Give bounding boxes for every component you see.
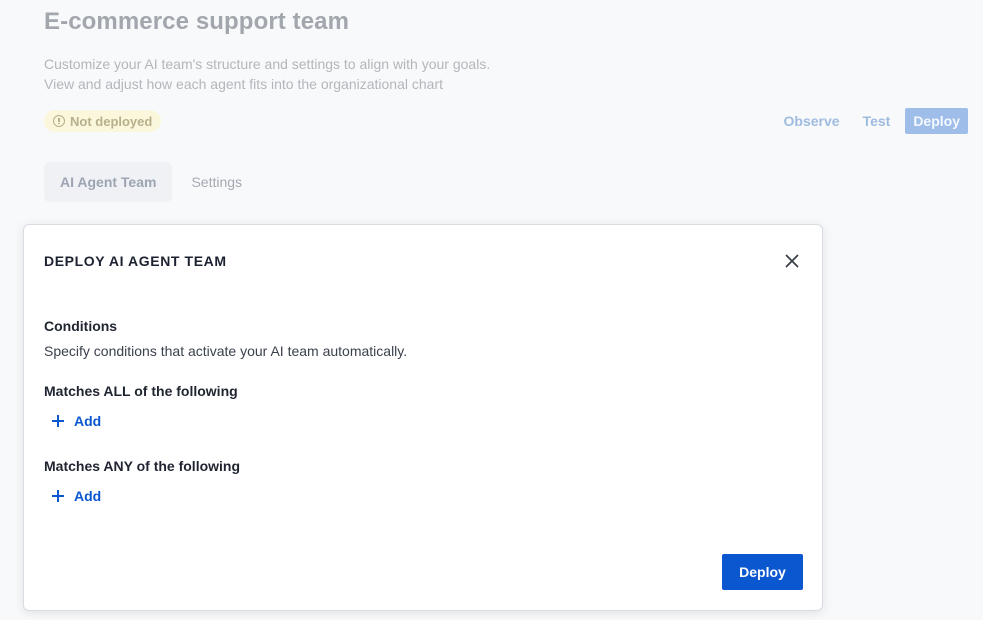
deploy-button[interactable]: Deploy <box>722 554 803 590</box>
page: E-commerce support team Customize your A… <box>0 0 983 620</box>
match-any-prefix: Matches <box>44 458 104 474</box>
conditions-description: Specify conditions that activate your AI… <box>44 343 408 359</box>
page-title: E-commerce support team <box>44 8 350 35</box>
match-any-emphasis: ANY <box>103 458 133 474</box>
match-any-heading: Matches ANY of the following <box>44 458 240 474</box>
page-description-line-1: Customize your AI team's structure and s… <box>44 56 491 72</box>
add-any-label: Add <box>74 488 102 504</box>
tab-ai-agent-team[interactable]: AI Agent Team <box>44 162 173 202</box>
conditions-title: Conditions <box>44 318 118 334</box>
deploy-header-button[interactable]: Deploy <box>905 108 968 134</box>
add-any-condition-button[interactable]: Add <box>52 488 101 504</box>
top-actions: Observe Test Deploy <box>776 108 968 134</box>
close-button[interactable] <box>780 249 804 273</box>
deploy-modal: DEPLOY AI AGENT TEAM Conditions Specify … <box>23 224 823 611</box>
tab-bar: AI Agent Team Settings <box>44 162 258 202</box>
match-all-prefix: Matches <box>44 383 104 399</box>
close-icon <box>785 254 799 268</box>
page-description: Customize your AI team's structure and s… <box>44 54 490 94</box>
plus-icon <box>52 415 64 427</box>
info-icon <box>53 115 65 127</box>
plus-icon <box>52 490 64 502</box>
status-badge-label: Not deployed <box>70 113 153 129</box>
add-all-condition-button[interactable]: Add <box>52 413 101 429</box>
tab-settings[interactable]: Settings <box>175 162 258 202</box>
match-all-suffix: of the following <box>130 383 238 399</box>
add-all-label: Add <box>74 413 102 429</box>
observe-button[interactable]: Observe <box>776 108 848 134</box>
match-all-emphasis: ALL <box>103 383 131 399</box>
match-any-suffix: of the following <box>132 458 241 474</box>
page-description-line-2: View and adjust how each agent fits into… <box>44 76 443 92</box>
modal-title: DEPLOY AI AGENT TEAM <box>44 253 227 269</box>
match-all-heading: Matches ALL of the following <box>44 383 238 399</box>
test-button[interactable]: Test <box>855 108 899 134</box>
status-badge: Not deployed <box>44 110 162 132</box>
